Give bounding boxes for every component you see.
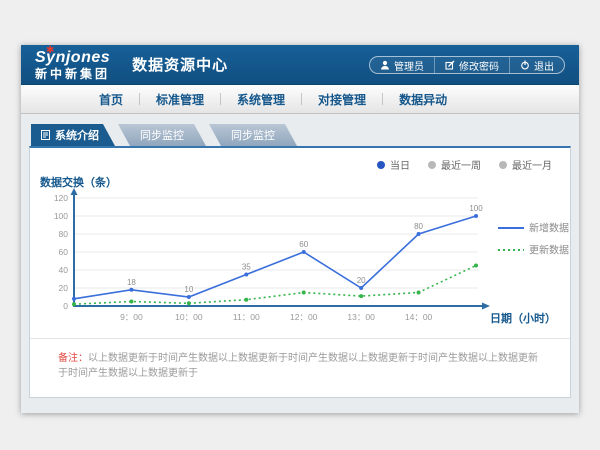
nav-item-interface-mgmt[interactable]: 对接管理 <box>302 91 382 108</box>
change-password-button[interactable]: 修改密码 <box>434 57 509 73</box>
nav-item-standard-mgmt[interactable]: 标准管理 <box>140 91 220 108</box>
svg-text:40: 40 <box>59 265 69 275</box>
svg-text:80: 80 <box>59 229 69 239</box>
brand-logo: Synjones ✱ 新中新集团 <box>35 50 110 80</box>
power-icon <box>520 60 530 70</box>
svg-text:更新数据: 更新数据 <box>529 244 569 257</box>
user-account-button[interactable]: 管理员 <box>370 57 434 73</box>
svg-text:14：00: 14：00 <box>405 312 433 322</box>
svg-text:新增数据: 新增数据 <box>529 222 569 235</box>
nav-item-home[interactable]: 首页 <box>83 91 139 108</box>
page-title: 数据资源中心 <box>132 54 228 75</box>
tab-label: 系统介绍 <box>55 127 99 143</box>
tab-sync-monitor-1[interactable]: 同步监控 <box>118 124 206 146</box>
filter-label: 当日 <box>390 157 410 172</box>
chart-panel: 当日 最近一周 最近一月 数据交换（条） 0 20 40 60 80 100 120 9：00 1… <box>29 146 571 398</box>
app-window: Synjones ✱ 新中新集团 数据资源中心 管理员 修改密码 <box>21 45 579 413</box>
svg-text:10：00: 10：00 <box>175 312 203 322</box>
document-icon <box>41 130 50 140</box>
svg-text:80: 80 <box>414 222 423 231</box>
tab-bar: 系统介绍 同步监控 同步监控 <box>31 124 571 146</box>
svg-text:13：00: 13：00 <box>347 312 375 322</box>
app-header: Synjones ✱ 新中新集团 数据资源中心 管理员 修改密码 <box>21 45 579 85</box>
main-nav: 首页 标准管理 系统管理 对接管理 数据异动 <box>21 85 579 114</box>
tab-label: 同步监控 <box>231 127 275 143</box>
svg-text:60: 60 <box>299 240 308 249</box>
svg-text:100: 100 <box>469 204 483 213</box>
svg-text:12：00: 12：00 <box>290 312 318 322</box>
svg-text:0: 0 <box>63 301 68 311</box>
logout-button[interactable]: 退出 <box>509 57 564 73</box>
svg-text:日期（小时）: 日期（小时） <box>490 311 556 325</box>
svg-text:20: 20 <box>357 276 366 285</box>
remark-note: 备注：以上数据更新于时间产生数据以上数据更新于时间产生数据以上数据更新于时间产生… <box>30 338 570 381</box>
filter-label: 最近一周 <box>441 157 481 172</box>
logout-label: 退出 <box>534 58 554 73</box>
nav-item-system-mgmt[interactable]: 系统管理 <box>221 91 301 108</box>
svg-text:数据交换（条）: 数据交换（条） <box>40 175 117 189</box>
remark-label: 备注： <box>58 353 88 364</box>
radio-icon <box>428 161 436 169</box>
radio-icon <box>499 161 507 169</box>
svg-text:100: 100 <box>54 211 68 221</box>
user-account-label: 管理员 <box>394 58 424 73</box>
nav-item-data-change[interactable]: 数据异动 <box>383 91 463 108</box>
content-area: 系统介绍 同步监控 同步监控 当日 最近一周 <box>21 114 579 398</box>
logo-text-cn: 新中新集团 <box>35 68 110 80</box>
filter-option-last-week[interactable]: 最近一周 <box>428 157 481 172</box>
remark-text: 以上数据更新于时间产生数据以上数据更新于时间产生数据以上数据更新于时间产生数据以… <box>58 353 538 379</box>
svg-text:20: 20 <box>59 283 69 293</box>
time-range-filter: 当日 最近一周 最近一月 <box>30 148 570 172</box>
svg-text:35: 35 <box>242 263 251 272</box>
svg-text:9：00: 9：00 <box>120 312 143 322</box>
svg-text:60: 60 <box>59 247 69 257</box>
tab-system-intro[interactable]: 系统介绍 <box>31 124 115 146</box>
svg-text:10: 10 <box>184 285 193 294</box>
filter-option-last-month[interactable]: 最近一月 <box>499 157 552 172</box>
filter-label: 最近一月 <box>512 157 552 172</box>
tab-label: 同步监控 <box>140 127 184 143</box>
svg-text:11：00: 11：00 <box>233 312 260 322</box>
logo-flower-icon: ✱ <box>46 46 54 56</box>
change-password-label: 修改密码 <box>459 58 499 73</box>
tab-sync-monitor-2[interactable]: 同步监控 <box>209 124 297 146</box>
svg-text:120: 120 <box>54 193 68 203</box>
user-toolbar: 管理员 修改密码 退出 <box>369 56 565 74</box>
filter-option-today[interactable]: 当日 <box>377 157 410 172</box>
edit-icon <box>445 60 455 70</box>
radio-icon <box>377 161 385 169</box>
person-icon <box>380 60 390 70</box>
svg-text:18: 18 <box>127 278 136 287</box>
line-chart: 数据交换（条） 0 20 40 60 80 100 120 9：00 10：00 11：00 12：0… <box>30 172 572 336</box>
